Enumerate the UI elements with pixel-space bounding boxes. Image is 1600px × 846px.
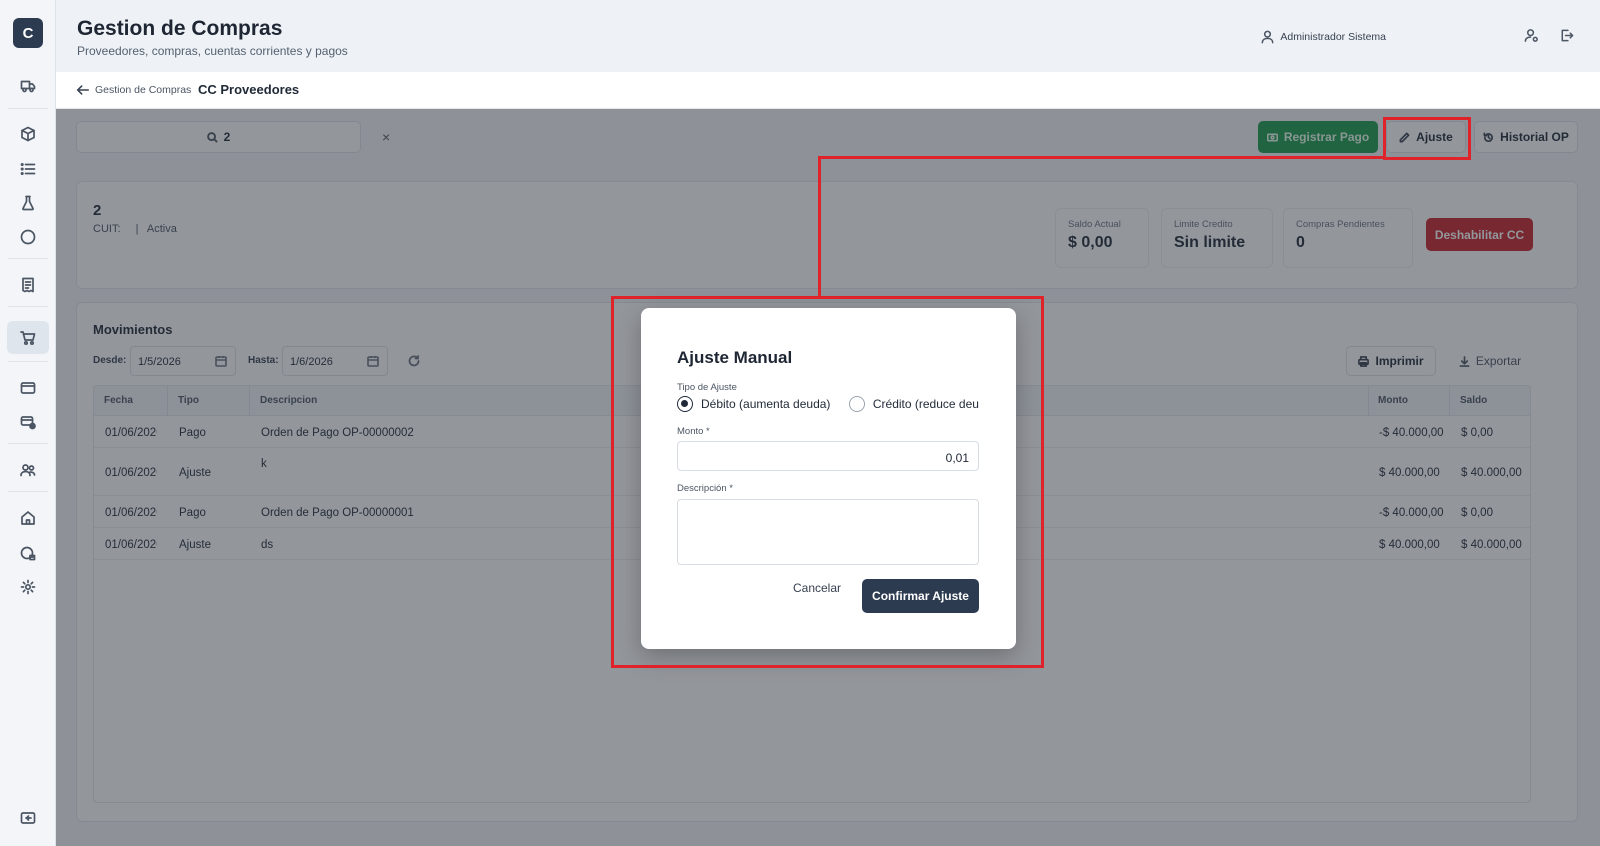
sidebar-divider — [8, 361, 48, 362]
chart-icon[interactable] — [18, 543, 38, 563]
annotation-box-modal — [611, 296, 1044, 668]
gear-icon[interactable] — [18, 577, 38, 597]
home-icon[interactable] — [18, 508, 38, 528]
sidebar-divider — [8, 306, 48, 307]
users-icon[interactable] — [18, 460, 38, 480]
page-subtitle: Proveedores, compras, cuentas corrientes… — [77, 44, 348, 58]
sidebar-divider — [8, 258, 48, 259]
flask-icon[interactable] — [18, 193, 38, 213]
app-logo[interactable]: C — [13, 18, 43, 48]
breadcrumb: Gestion de Compras CC Proveedores — [56, 72, 1600, 109]
box-icon[interactable] — [18, 124, 38, 144]
header: Gestion de Compras Proveedores, compras,… — [56, 0, 1600, 72]
wallet-icon[interactable] — [18, 378, 38, 398]
annotation-connector — [818, 156, 1386, 159]
cart-icon[interactable] — [18, 328, 38, 348]
user-name: Administrador Sistema — [1280, 30, 1386, 43]
arrow-left-icon — [76, 85, 90, 95]
sidebar-divider — [8, 491, 48, 492]
circle-icon[interactable] — [18, 227, 38, 247]
receipt-icon[interactable] — [18, 275, 38, 295]
back-link[interactable]: Gestion de Compras — [76, 83, 191, 97]
sidebar-divider — [8, 443, 48, 444]
user-menu[interactable]: Administrador Sistema — [1260, 29, 1386, 44]
user-icon — [1261, 30, 1274, 44]
user-settings-icon[interactable] — [1524, 28, 1541, 45]
sidebar: C — [0, 0, 56, 846]
sidebar-divider — [8, 108, 48, 109]
annotation-box-adjust — [1383, 117, 1471, 160]
card-settings-icon[interactable] — [18, 412, 38, 432]
logout-icon[interactable] — [1559, 28, 1576, 45]
collapse-icon[interactable] — [18, 808, 38, 828]
annotation-connector — [818, 156, 821, 298]
back-link-label: Gestion de Compras — [95, 84, 192, 96]
page-title: Gestion de Compras — [77, 17, 283, 40]
breadcrumb-current: CC Proveedores — [198, 82, 300, 97]
list-icon[interactable] — [18, 159, 38, 179]
truck-icon[interactable] — [18, 76, 38, 96]
